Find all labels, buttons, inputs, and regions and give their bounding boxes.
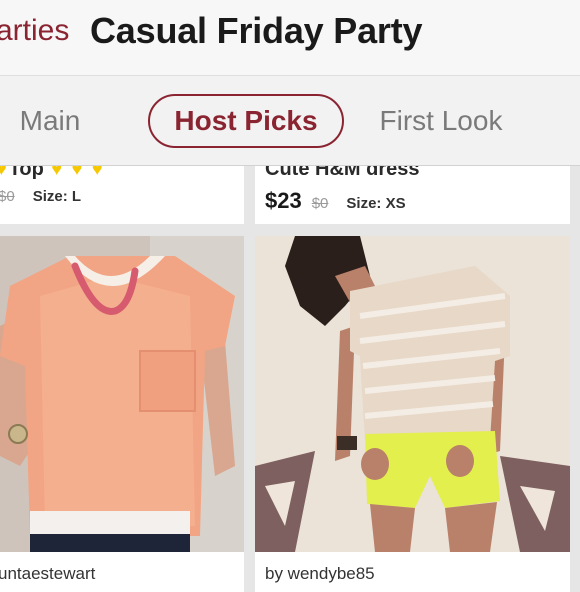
tab-first-look[interactable]: First Look [370,94,512,148]
tab-host-picks[interactable]: Host Picks [148,94,344,148]
listing-photo-2[interactable] [255,236,570,552]
original-price: $0 [311,195,329,212]
tab-main[interactable]: Main [0,94,100,148]
seller-name[interactable]: by wendybe85 [265,564,375,584]
listing-card-1-info[interactable]: ♥ Top ♥ ♥ ♥ $0 Size: L [0,166,244,224]
heart-icon: ♥ [51,166,63,179]
original-price: $0 [0,188,15,205]
size-label: Size: XS [346,195,406,212]
listing-title-2: Cute H&M dress [265,166,420,180]
tab-bar: Main Host Picks First Look [0,76,580,166]
page-title: Casual Friday Party [90,10,423,51]
price-row-2: $23 $0 Size: XS [265,188,406,214]
listing-card-2-info[interactable]: Cute H&M dress $23 $0 Size: XS [255,166,570,224]
seller-name[interactable]: untaestewart [0,564,95,584]
listing-title-1: ♥ Top ♥ ♥ ♥ [0,166,105,181]
heart-icon: ♥ [91,166,103,179]
listing-photo-1[interactable] [0,236,244,552]
listing-title-1-text: Top [8,166,44,180]
back-link[interactable]: arties [0,14,69,48]
price-row-1: $0 Size: L [0,188,81,205]
price: $23 [265,188,302,213]
header: arties Casual Friday Party [0,0,580,76]
heart-icon: ♥ [71,166,83,179]
size-label: Size: L [32,188,82,205]
listing-byline-1[interactable]: untaestewart [0,552,244,592]
listing-byline-2[interactable]: by wendybe85 [255,552,570,592]
pink-top-photo [0,236,244,552]
model-photo [255,236,570,552]
heart-icon: ♥ [0,166,7,179]
